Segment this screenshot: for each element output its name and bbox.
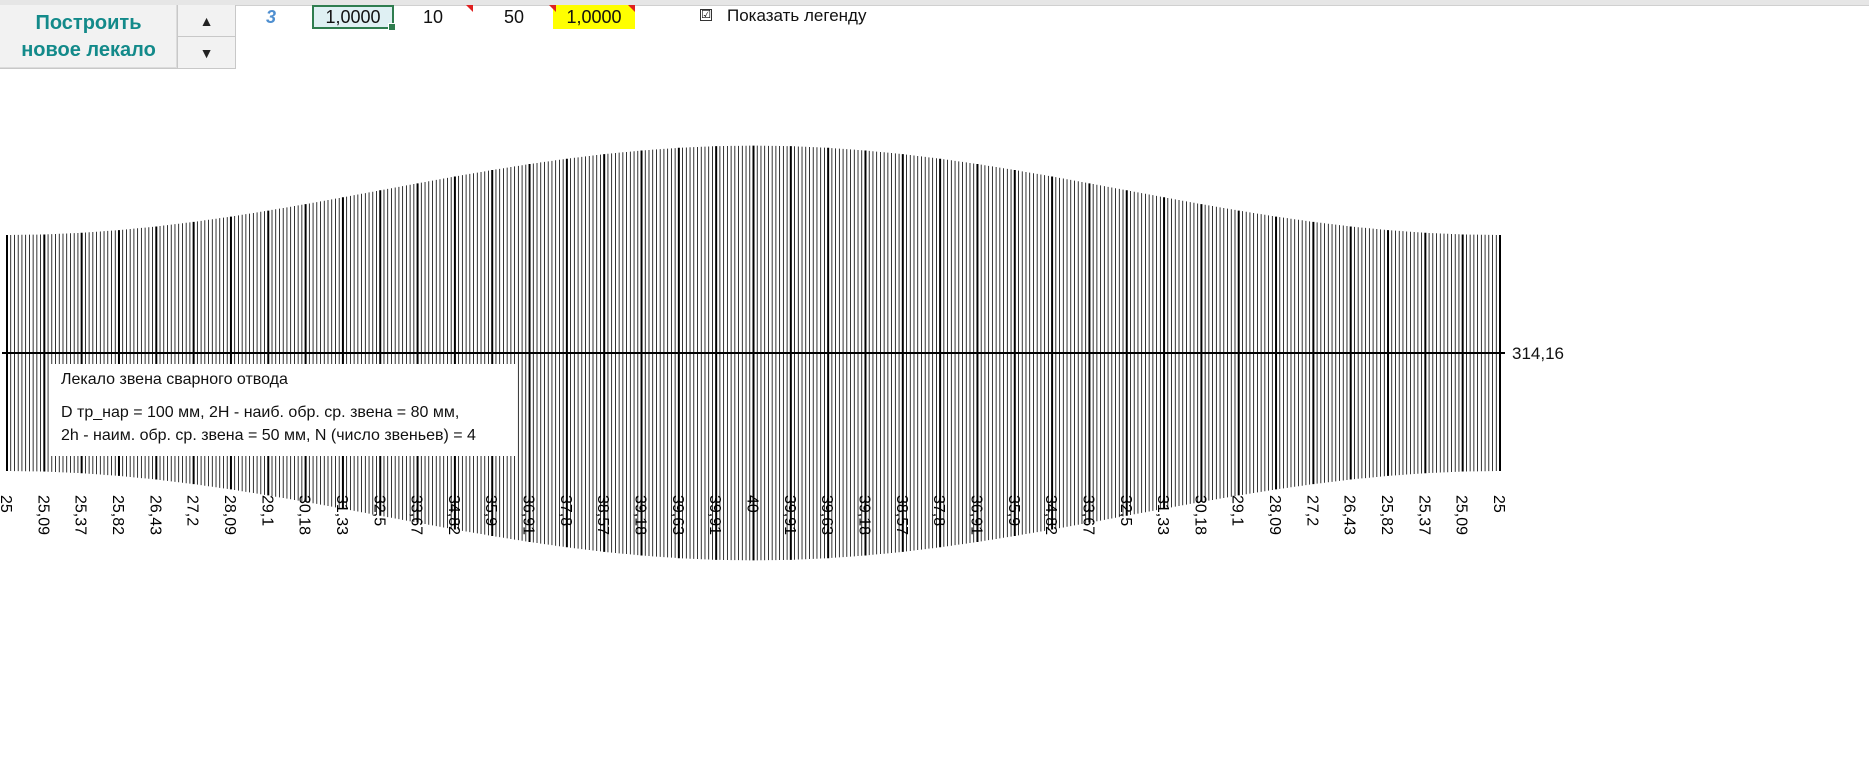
tick-label: 25,37	[72, 495, 89, 535]
tick-label: 30,18	[1191, 495, 1208, 535]
tick-label: 31,33	[1154, 495, 1171, 535]
tick-label: 25,09	[34, 495, 51, 535]
tick-label: 40	[744, 495, 761, 513]
tick-label: 25,37	[1415, 495, 1432, 535]
tick-label: 28,09	[221, 495, 238, 535]
tick-label: 29,1	[258, 495, 275, 526]
tick-label: 27,2	[184, 495, 201, 526]
tick-label: 37,8	[930, 495, 947, 526]
tick-label: 33,67	[1079, 495, 1096, 535]
legend-line-2: 2h - наим. обр. ср. звена = 50 мм, N (чи…	[61, 427, 476, 444]
legend-title: Лекало звена сварного отвода	[61, 371, 288, 388]
tick-label: 31,33	[333, 495, 350, 535]
tick-label: 25	[1490, 495, 1507, 513]
tick-label: 39,63	[669, 495, 686, 535]
tick-label: 27,2	[1303, 495, 1320, 526]
tick-label: 36,91	[967, 495, 984, 535]
tick-label: 32,5	[370, 495, 387, 526]
tick-label: 25,82	[109, 495, 126, 535]
tick-label: 28,09	[1266, 495, 1283, 535]
tick-label: 35,9	[1005, 495, 1022, 526]
tick-label: 29,1	[1229, 495, 1246, 526]
tick-label: 39,91	[781, 495, 798, 535]
tick-label: 39,91	[706, 495, 723, 535]
tick-label: 25	[0, 495, 14, 513]
legend-box: Лекало звена сварного отвода D тр_нар = …	[50, 364, 517, 456]
tick-label: 26,43	[146, 495, 163, 535]
tick-label: 36,91	[520, 495, 537, 535]
tick-label: 26,43	[1341, 495, 1358, 535]
tick-label: 37,8	[557, 495, 574, 526]
legend-line-1: D тр_нар = 100 мм, 2H - наиб. обр. ср. з…	[61, 404, 460, 421]
tick-label: 34,82	[445, 495, 462, 535]
tick-label: 38,57	[594, 495, 611, 535]
tick-label: 30,18	[296, 495, 313, 535]
tick-label: 39,63	[818, 495, 835, 535]
tick-label: 25,82	[1378, 495, 1395, 535]
tick-label: 38,57	[893, 495, 910, 535]
tick-label: 25,09	[1453, 495, 1470, 535]
total-length-label: 314,16	[1512, 344, 1564, 363]
tick-label: 39,18	[632, 495, 649, 535]
tick-label: 39,18	[855, 495, 872, 535]
tick-label: 32,5	[1117, 495, 1134, 526]
tick-label: 34,82	[1042, 495, 1059, 535]
tick-label: 33,67	[408, 495, 425, 535]
tick-label: 35,9	[482, 495, 499, 526]
